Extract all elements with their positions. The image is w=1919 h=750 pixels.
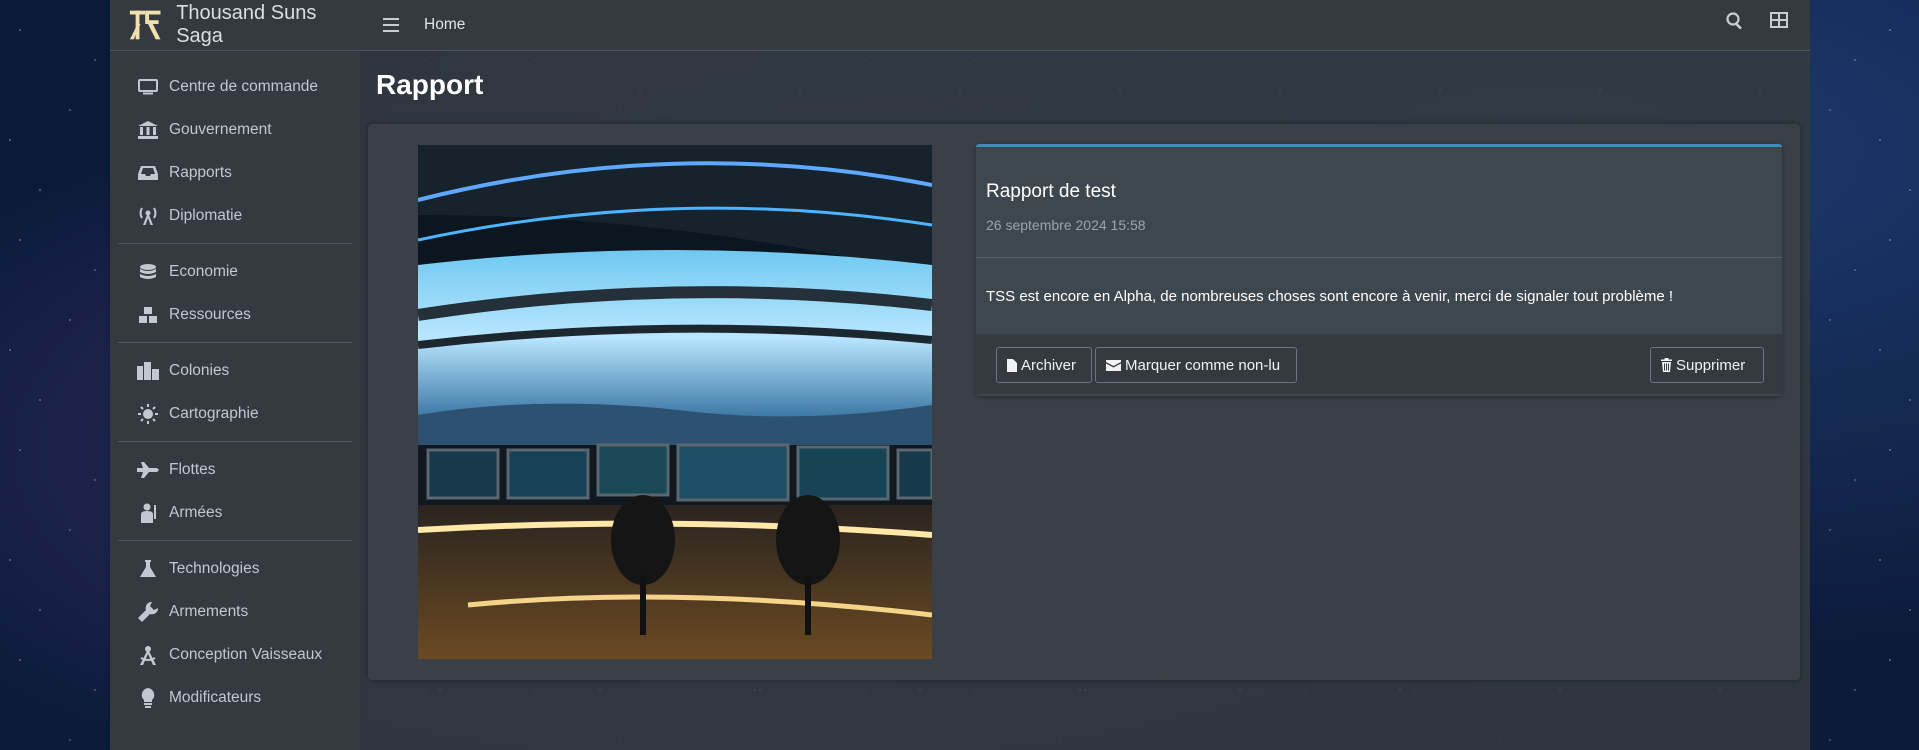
sidebar-item-label: Modificateurs	[169, 688, 262, 706]
menu-group-command: Centre de commande Gouvernement Rapports	[118, 59, 352, 244]
sidebar-item-label: Flottes	[169, 460, 216, 478]
monitor-icon	[136, 77, 160, 97]
sidebar-item-label: Armées	[169, 503, 223, 521]
flask-icon	[136, 559, 160, 579]
sidebar-item-label: Diplomatie	[169, 206, 243, 224]
search-icon[interactable]	[1726, 12, 1744, 30]
inbox-icon	[136, 163, 160, 183]
brand-title: Thousand Suns Saga	[176, 2, 317, 47]
sidebar-item-colonies[interactable]: Colonies	[118, 349, 352, 392]
sidebar-item-label: Conception Vaisseaux	[169, 645, 323, 663]
landmark-icon	[136, 120, 160, 140]
wrench-icon	[136, 601, 160, 622]
archive-button[interactable]: Archiver	[996, 347, 1092, 383]
sidebar-item-conception-vaisseaux[interactable]: Conception Vaisseaux	[118, 633, 352, 676]
app-shell: Thousand Suns Saga Centre de commande Go…	[110, 0, 1810, 750]
sidebar-item-armees[interactable]: Armées	[118, 491, 352, 534]
trash-icon	[1661, 358, 1672, 372]
sidebar-item-label: Economie	[169, 262, 238, 280]
broadcast-tower-icon	[136, 206, 160, 226]
mark-unread-button[interactable]: Marquer comme non-lu	[1095, 347, 1297, 383]
sidebar-item-label: Gouvernement	[169, 120, 272, 138]
sidebar-menu: Centre de commande Gouvernement Rapports	[110, 51, 360, 725]
cubes-icon	[136, 305, 160, 325]
bars-icon[interactable]	[380, 18, 402, 32]
sidebar-item-gouvernement[interactable]: Gouvernement	[118, 108, 352, 151]
sidebar-item-rapports[interactable]: Rapports	[118, 151, 352, 194]
delete-label: Supprimer	[1676, 356, 1746, 374]
delete-button[interactable]: Supprimer	[1650, 347, 1764, 383]
sun-icon	[136, 403, 160, 424]
sidebar-item-label: Cartographie	[169, 404, 259, 422]
archive-label: Archiver	[1021, 356, 1077, 374]
coins-icon	[136, 262, 160, 282]
sidebar-item-flottes[interactable]: Flottes	[118, 448, 352, 491]
mark-unread-label: Marquer comme non-lu	[1125, 356, 1281, 374]
city-icon	[136, 361, 160, 381]
sidebar-item-economie[interactable]: Economie	[118, 250, 352, 293]
report-title: Rapport de test	[986, 181, 1116, 202]
lightbulb-icon	[136, 687, 160, 708]
report-container: Rapport de test 26 septembre 2024 15:58 …	[368, 124, 1800, 680]
report-date: 26 septembre 2024 15:58	[986, 217, 1146, 233]
sidebar: Thousand Suns Saga Centre de commande Go…	[110, 0, 360, 750]
drafting-compass-icon	[136, 645, 160, 665]
nav-home-link[interactable]: Home	[424, 16, 465, 34]
menu-group-research: Technologies Armements Conception Vaisse…	[118, 541, 352, 725]
content-wrapper: Home Rapport Rapport de test 26 septembr…	[360, 0, 1810, 750]
envelope-icon	[1106, 359, 1121, 371]
sidebar-item-centre-de-commande[interactable]: Centre de commande	[118, 65, 352, 108]
sidebar-item-technologies[interactable]: Technologies	[118, 547, 352, 590]
sidebar-item-modificateurs[interactable]: Modificateurs	[118, 676, 352, 719]
sidebar-item-cartographie[interactable]: Cartographie	[118, 392, 352, 435]
report-header: Rapport de test 26 septembre 2024 15:58	[976, 147, 1782, 258]
menu-group-military: Flottes Armées	[118, 442, 352, 541]
report-message: TSS est encore en Alpha, de nombreuses c…	[986, 287, 1674, 305]
report-illustration	[418, 145, 932, 659]
top-navbar: Home	[360, 0, 1810, 51]
fighter-jet-icon	[136, 460, 160, 480]
report-body: TSS est encore en Alpha, de nombreuses c…	[976, 258, 1782, 334]
tss-logo-icon	[129, 10, 161, 40]
sidebar-item-label: Rapports	[169, 163, 232, 181]
report-card: Rapport de test 26 septembre 2024 15:58 …	[976, 144, 1782, 396]
sidebar-item-ressources[interactable]: Ressources	[118, 293, 352, 336]
brand-link[interactable]: Thousand Suns Saga	[110, 0, 360, 51]
sidebar-item-label: Centre de commande	[169, 77, 319, 95]
soldier-icon	[136, 503, 160, 523]
menu-group-colonies: Colonies Cartographie	[118, 343, 352, 442]
sidebar-item-armements[interactable]: Armements	[118, 590, 352, 633]
sidebar-item-diplomatie[interactable]: Diplomatie	[118, 194, 352, 237]
sidebar-item-label: Colonies	[169, 361, 230, 379]
file-icon	[1007, 358, 1017, 372]
navbar-right	[1726, 12, 1788, 30]
page-title: Rapport	[376, 69, 484, 100]
grid-icon[interactable]	[1770, 12, 1788, 28]
sidebar-item-label: Armements	[169, 602, 249, 620]
report-actions: Archiver Marquer comme non-lu Supprimer	[976, 334, 1782, 394]
menu-group-economy: Economie Ressources	[118, 244, 352, 343]
sidebar-item-label: Technologies	[169, 559, 260, 577]
sidebar-item-label: Ressources	[169, 305, 251, 323]
